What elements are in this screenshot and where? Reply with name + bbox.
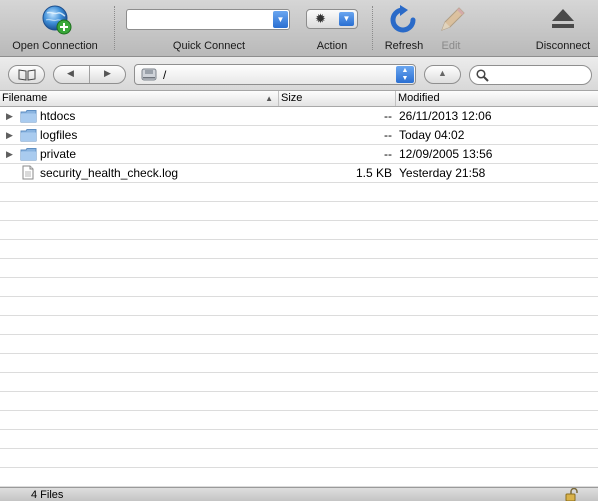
disclosure-triangle-icon[interactable]: ▶ <box>6 145 13 163</box>
toolbar: Open Connection ▼ Quick Connect ✹ ▼ Acti… <box>0 0 598 57</box>
edit-button[interactable]: Edit <box>430 0 472 57</box>
action-label: Action <box>316 40 348 52</box>
column-header-modified-label: Modified <box>398 92 440 104</box>
refresh-icon <box>390 5 416 33</box>
disclosure-triangle-icon[interactable]: ▶ <box>6 126 13 144</box>
disconnect-button[interactable]: Disconnect <box>530 0 596 57</box>
folder-icon <box>20 129 37 142</box>
quick-connect-item: Quick Connect <box>126 0 292 57</box>
empty-row <box>0 430 598 449</box>
toolbar-separator <box>114 6 115 50</box>
column-header-filename[interactable]: Filename ▲ <box>0 91 278 106</box>
column-header-size-label: Size <box>281 92 303 104</box>
folder-icon <box>20 110 37 123</box>
globe-plus-icon <box>42 5 72 35</box>
empty-row <box>0 278 598 297</box>
file-modified: Today 04:02 <box>399 128 465 142</box>
empty-row <box>0 468 598 487</box>
file-name: logfiles <box>40 128 78 142</box>
file-row[interactable]: security_health_check.log 1.5 KB Yesterd… <box>0 164 598 183</box>
open-connection-button[interactable]: Open Connection <box>4 0 106 57</box>
empty-row <box>0 259 598 278</box>
empty-row <box>0 240 598 259</box>
forward-arrow-icon: ▶ <box>104 68 111 78</box>
file-modified: 12/09/2005 13:56 <box>399 147 493 161</box>
pencil-icon <box>441 7 465 31</box>
empty-row <box>0 297 598 316</box>
empty-row <box>0 221 598 240</box>
history-segmented-control: ◀ ▶ <box>53 65 126 84</box>
file-modified: 26/11/2013 12:06 <box>399 109 492 123</box>
file-size: 1.5 KB <box>355 166 392 180</box>
empty-row <box>0 449 598 468</box>
disclosure-triangle-icon[interactable]: ▶ <box>6 107 13 125</box>
disk-icon <box>141 68 157 81</box>
file-modified: Yesterday 21:58 <box>399 166 486 180</box>
file-size: -- <box>384 109 392 123</box>
empty-row <box>0 183 598 202</box>
column-header-modified[interactable]: Modified <box>395 91 598 106</box>
lock-icon[interactable] <box>565 488 579 501</box>
column-header-filename-label: Filename <box>2 92 48 104</box>
empty-row <box>0 373 598 392</box>
navigation-bar: ◀ ▶ / ▲ ▼ ▲ <box>0 57 598 91</box>
empty-row <box>0 354 598 373</box>
back-button[interactable]: ◀ <box>54 66 90 83</box>
chevron-updown-icon: ▲ ▼ <box>396 66 414 83</box>
action-item: Action <box>302 0 362 57</box>
bookmarks-button[interactable] <box>8 65 45 84</box>
search-icon <box>476 69 489 82</box>
disconnect-label: Disconnect <box>535 40 591 52</box>
toolbar-separator <box>372 6 373 50</box>
file-row[interactable]: ▶ private -- 12/09/2005 13:56 <box>0 145 598 164</box>
column-header-row: Filename ▲ Size Modified <box>0 91 598 107</box>
file-size: -- <box>384 147 392 161</box>
empty-row <box>0 316 598 335</box>
file-size: -- <box>384 128 392 142</box>
file-list[interactable]: ▶ htdocs -- 26/11/2013 12:06 ▶ logfiles … <box>0 107 598 487</box>
refresh-label: Refresh <box>384 40 424 52</box>
open-connection-label: Open Connection <box>12 40 98 52</box>
up-directory-button[interactable]: ▲ <box>424 65 461 84</box>
empty-row <box>0 411 598 430</box>
file-name: private <box>40 147 77 161</box>
up-arrow-icon: ▲ <box>438 68 447 78</box>
file-row[interactable]: ▶ logfiles -- Today 04:02 <box>0 126 598 145</box>
back-arrow-icon: ◀ <box>67 68 74 78</box>
forward-button[interactable]: ▶ <box>90 66 126 83</box>
search-input[interactable] <box>469 65 592 85</box>
path-popup[interactable]: / ▲ ▼ <box>134 64 416 85</box>
refresh-button[interactable]: Refresh <box>380 0 428 57</box>
quick-connect-label: Quick Connect <box>172 40 246 52</box>
edit-label: Edit <box>441 40 461 52</box>
sort-ascending-icon: ▲ <box>265 94 273 103</box>
status-bar: 4 Files <box>0 487 598 501</box>
eject-icon <box>552 9 574 28</box>
folder-icon <box>20 148 37 161</box>
file-row[interactable]: ▶ htdocs -- 26/11/2013 12:06 <box>0 107 598 126</box>
book-icon <box>18 69 36 81</box>
file-name: htdocs <box>40 109 76 123</box>
document-icon <box>22 165 34 180</box>
column-header-size[interactable]: Size <box>278 91 395 106</box>
file-name: security_health_check.log <box>40 166 179 180</box>
empty-row <box>0 202 598 221</box>
empty-row <box>0 392 598 411</box>
path-value: / <box>163 68 167 82</box>
status-text: 4 Files <box>31 489 64 501</box>
empty-row <box>0 335 598 354</box>
